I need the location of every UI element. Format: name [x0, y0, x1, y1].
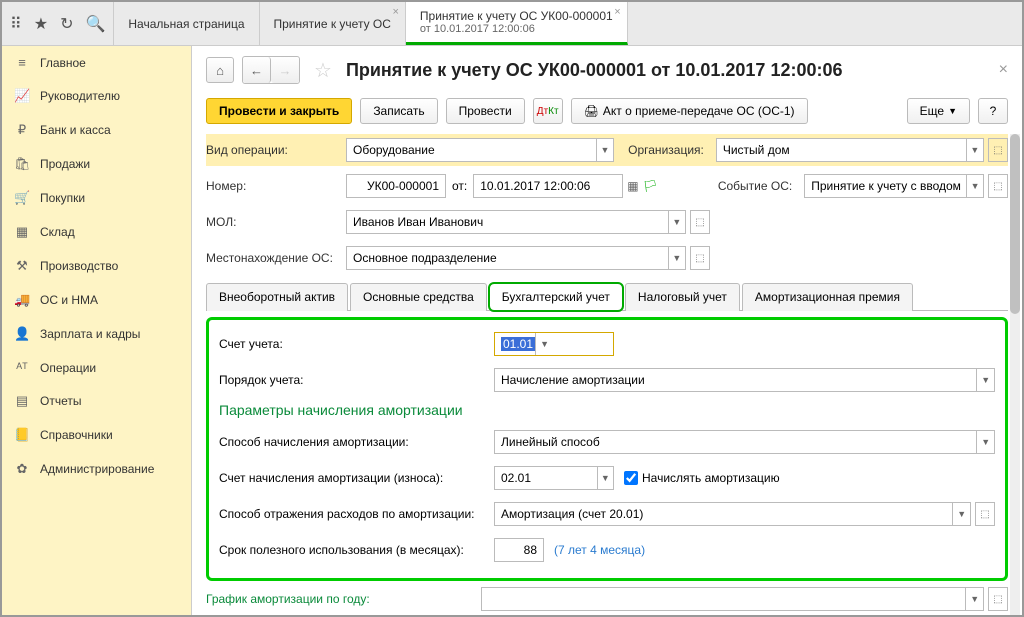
org-select[interactable]: ▼	[716, 138, 984, 162]
org-label: Организация:	[628, 143, 710, 157]
calendar-icon[interactable]: ▦	[627, 179, 638, 193]
tab-os-list[interactable]: Принятие к учету ОС×	[260, 2, 406, 45]
sidebar-item-bank[interactable]: ₽Банк и касса	[2, 113, 191, 147]
method-label: Способ начисления амортизации:	[219, 435, 494, 449]
sidebar-item-admin[interactable]: ✿Администрирование	[2, 452, 191, 486]
tab-home[interactable]: Начальная страница	[114, 2, 259, 45]
chevron-down-icon[interactable]: ▼	[966, 175, 983, 197]
sidebar-item-catalogs[interactable]: 📒Справочники	[2, 418, 191, 452]
order-select[interactable]: ▼	[494, 368, 995, 392]
system-icons: ⠿ ★ ↻ 🔍	[2, 2, 114, 45]
chevron-down-icon[interactable]: ▼	[966, 139, 983, 161]
location-label: Местонахождение ОС:	[206, 251, 346, 265]
order-label: Порядок учета:	[219, 373, 494, 387]
more-button[interactable]: Еще▼	[907, 98, 970, 124]
tab-premium[interactable]: Амортизационная премия	[742, 283, 913, 311]
open-button[interactable]: ⬚	[988, 587, 1008, 611]
expense-select[interactable]: ▼	[494, 502, 971, 526]
flag-icon[interactable]: 🏳	[643, 179, 658, 193]
tab-fixed-assets[interactable]: Основные средства	[350, 283, 487, 311]
chevron-down-icon[interactable]: ▼	[952, 503, 970, 525]
number-label: Номер:	[206, 179, 346, 193]
event-label: Событие ОС:	[718, 179, 798, 193]
post-close-button[interactable]: Провести и закрыть	[206, 98, 352, 124]
life-field[interactable]	[494, 538, 544, 562]
accounting-highlight-box: Счет учета: 01.01▼ Порядок учета: ▼ Пара…	[206, 317, 1008, 581]
close-button[interactable]: ×	[999, 61, 1008, 79]
chevron-down-icon[interactable]: ▼	[976, 369, 994, 391]
chevron-down-icon[interactable]: ▼	[535, 333, 553, 355]
open-button[interactable]: ⬚	[690, 246, 710, 270]
depr-account-field[interactable]: ▼	[494, 466, 614, 490]
scrollbar[interactable]	[1010, 134, 1020, 615]
back-button[interactable]: ←	[243, 57, 271, 83]
schedule-label: График амортизации по году:	[206, 592, 481, 606]
sidebar-item-assets[interactable]: 🚚ОС и НМА	[2, 283, 191, 317]
open-button[interactable]: ⬚	[988, 138, 1008, 162]
help-button[interactable]: ?	[978, 98, 1008, 124]
chevron-down-icon[interactable]: ▼	[668, 211, 685, 233]
dt-kt-button[interactable]: ДтКт	[533, 98, 563, 124]
sidebar-item-hr[interactable]: 👤Зарплата и кадры	[2, 317, 191, 351]
save-button[interactable]: Записать	[360, 98, 437, 124]
tab-tax[interactable]: Налоговый учет	[625, 283, 740, 311]
post-button[interactable]: Провести	[446, 98, 525, 124]
close-icon[interactable]: ×	[614, 6, 620, 18]
sidebar-item-reports[interactable]: ▤Отчеты	[2, 384, 191, 418]
schedule-select[interactable]: ▼	[481, 587, 984, 611]
account-field[interactable]: 01.01▼	[494, 332, 614, 356]
page-title: Принятие к учету ОС УК00-000001 от 10.01…	[346, 60, 991, 81]
life-hint: (7 лет 4 месяца)	[554, 543, 645, 557]
event-select[interactable]: ▼	[804, 174, 984, 198]
mol-label: МОЛ:	[206, 215, 346, 229]
sidebar-item-sales[interactable]: 🛍Продажи	[2, 147, 191, 181]
date-label: от:	[452, 179, 467, 193]
optype-select[interactable]: ▼	[346, 138, 614, 162]
home-button[interactable]: ⌂	[206, 57, 234, 83]
close-icon[interactable]: ×	[392, 6, 398, 18]
number-field[interactable]	[346, 174, 446, 198]
location-select[interactable]: ▼	[346, 246, 686, 270]
chevron-down-icon[interactable]: ▼	[668, 247, 685, 269]
sidebar-item-main[interactable]: ≡Главное	[2, 46, 191, 79]
favorite-icon[interactable]: ☆	[314, 58, 332, 83]
history-icon[interactable]: ↻	[60, 14, 73, 34]
sidebar-item-operations[interactable]: ᴬᵀОперации	[2, 351, 191, 384]
chevron-down-icon[interactable]: ▼	[965, 588, 983, 610]
account-label: Счет учета:	[219, 337, 494, 351]
date-field[interactable]	[473, 174, 623, 198]
chevron-down-icon[interactable]: ▼	[597, 467, 613, 489]
star-icon[interactable]: ★	[34, 14, 48, 34]
life-label: Срок полезного использования (в месяцах)…	[219, 543, 494, 557]
tab-noncurrent[interactable]: Внеоборотный актив	[206, 283, 348, 311]
forward-button[interactable]: →	[271, 57, 299, 83]
sidebar-item-manager[interactable]: 📈Руководителю	[2, 79, 191, 113]
calc-depr-checkbox[interactable]: Начислять амортизацию	[624, 471, 780, 485]
mol-select[interactable]: ▼	[346, 210, 686, 234]
tab-os-doc[interactable]: Принятие к учету ОС УК00-000001 от 10.01…	[406, 2, 628, 45]
chevron-down-icon[interactable]: ▼	[976, 431, 994, 453]
search-icon[interactable]: 🔍	[85, 14, 105, 34]
sidebar-item-production[interactable]: ⚒Производство	[2, 249, 191, 283]
expense-label: Способ отражения расходов по амортизации…	[219, 507, 494, 521]
depr-section-title: Параметры начисления амортизации	[219, 402, 995, 418]
open-button[interactable]: ⬚	[690, 210, 710, 234]
inner-tabs: Внеоборотный актив Основные средства Бух…	[206, 282, 1008, 311]
open-button[interactable]: ⬚	[988, 174, 1008, 198]
apps-icon[interactable]: ⠿	[10, 14, 22, 34]
sidebar-item-purchases[interactable]: 🛒Покупки	[2, 181, 191, 215]
method-select[interactable]: ▼	[494, 430, 995, 454]
tab-accounting[interactable]: Бухгалтерский учет	[489, 283, 623, 311]
open-button[interactable]: ⬚	[975, 502, 995, 526]
depr-account-label: Счет начисления амортизации (износа):	[219, 471, 494, 485]
sidebar: ≡Главное 📈Руководителю ₽Банк и касса 🛍Пр…	[2, 46, 192, 615]
print-act-button[interactable]: 🖨Акт о приеме-передаче ОС (ОС-1)	[571, 98, 808, 124]
top-bar: ⠿ ★ ↻ 🔍 Начальная страница Принятие к уч…	[2, 2, 1022, 46]
sidebar-item-warehouse[interactable]: ▦Склад	[2, 215, 191, 249]
chevron-down-icon[interactable]: ▼	[596, 139, 613, 161]
optype-label: Вид операции:	[206, 143, 346, 157]
